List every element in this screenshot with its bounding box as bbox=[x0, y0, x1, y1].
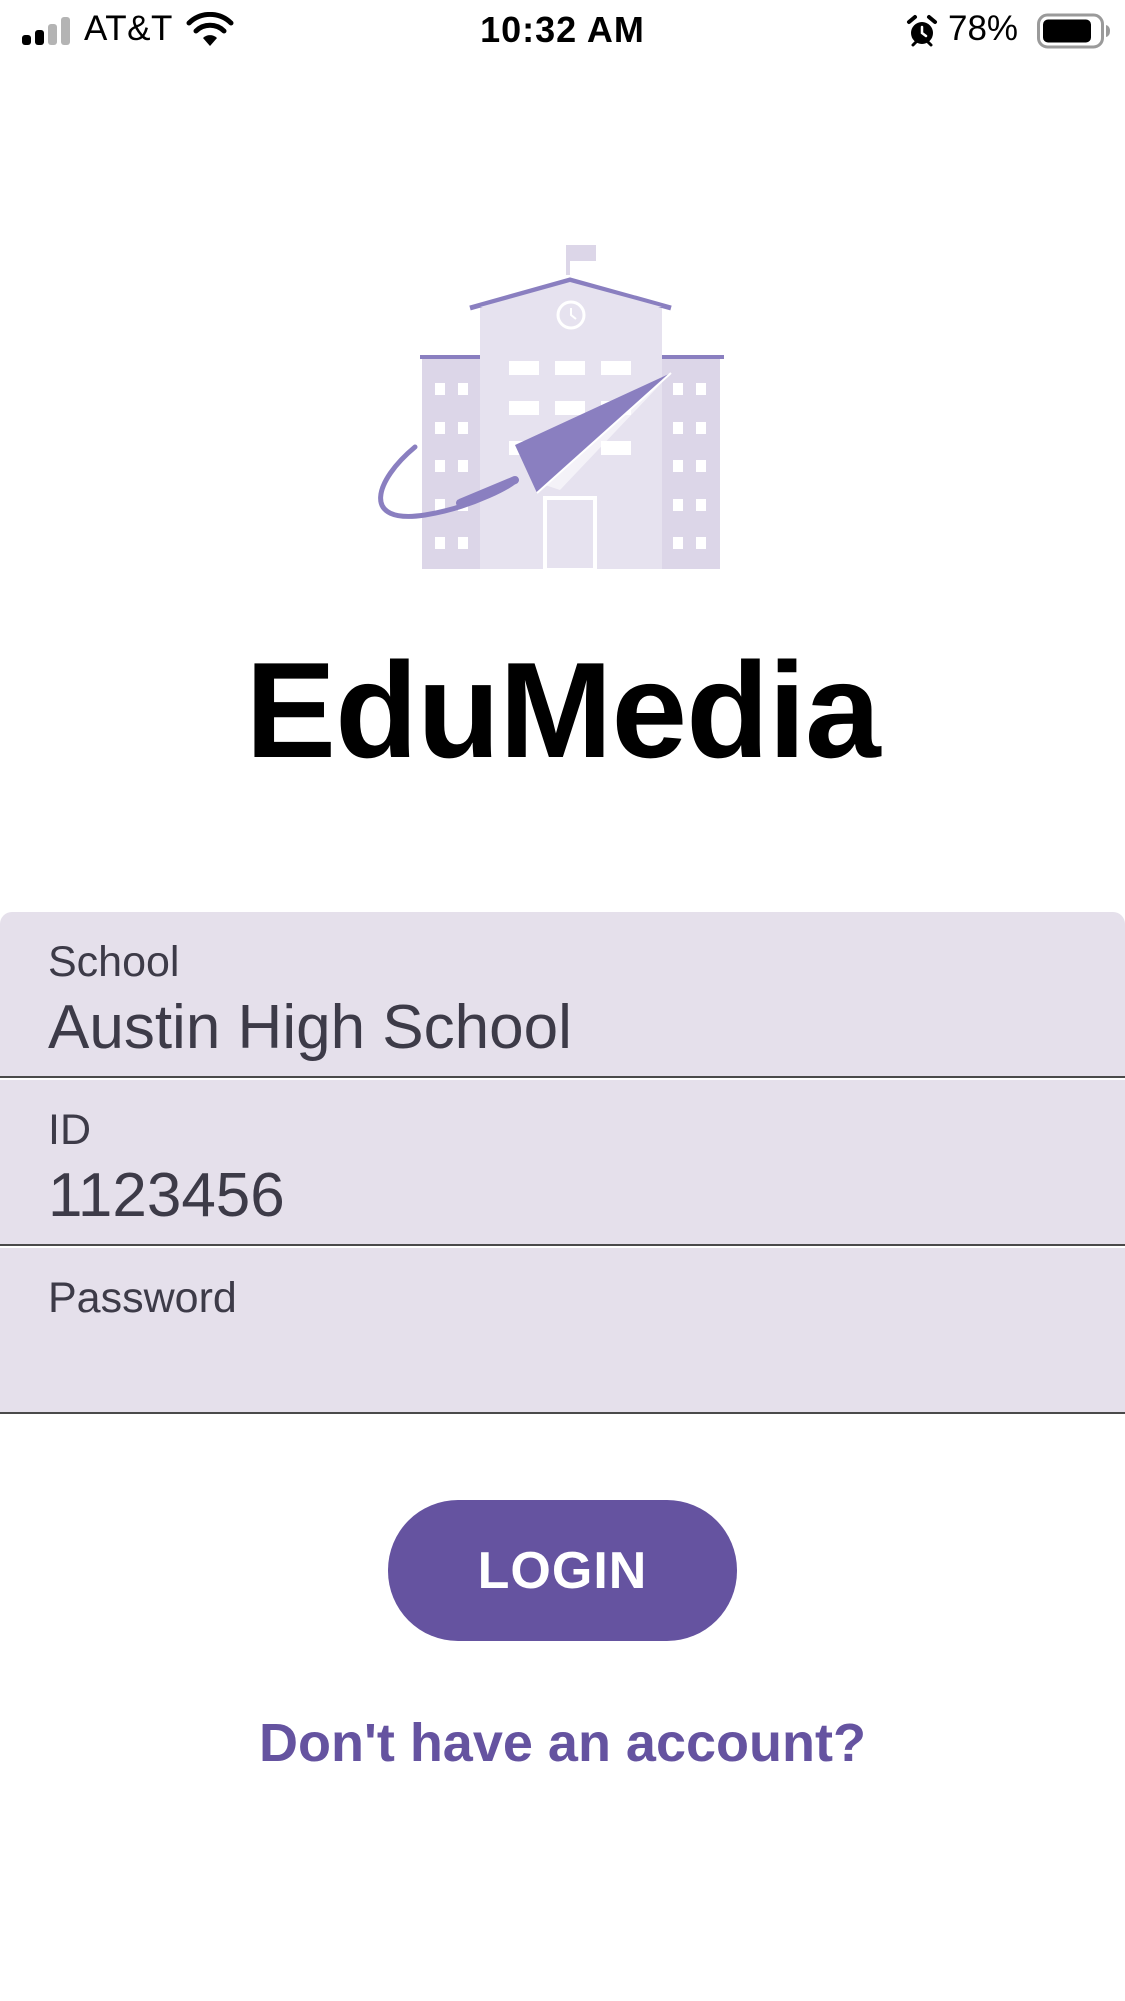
school-field-value[interactable]: Austin High School bbox=[48, 992, 572, 1063]
password-field-label: Password bbox=[48, 1274, 237, 1322]
signup-link[interactable]: Don't have an account? bbox=[0, 1712, 1125, 1774]
status-bar: AT&T 10:32 AM 78% bbox=[0, 0, 1125, 66]
password-field[interactable]: Password bbox=[0, 1248, 1125, 1414]
alarm-icon bbox=[907, 15, 937, 47]
login-button[interactable]: LOGIN bbox=[388, 1500, 737, 1641]
id-field-value[interactable]: 1123456 bbox=[48, 1160, 285, 1231]
battery-percent: 78% bbox=[948, 9, 1019, 48]
login-screen: AT&T 10:32 AM 78% EduMedia School Austin… bbox=[0, 0, 1125, 2001]
school-field[interactable]: School Austin High School bbox=[0, 912, 1125, 1078]
school-logo-icon bbox=[378, 245, 724, 572]
id-field[interactable]: ID 1123456 bbox=[0, 1080, 1125, 1246]
id-field-label: ID bbox=[48, 1106, 91, 1154]
school-field-label: School bbox=[48, 938, 180, 986]
battery-icon bbox=[1037, 13, 1110, 49]
app-title: EduMedia bbox=[245, 634, 880, 786]
login-form: School Austin High School ID 1123456 Pas… bbox=[0, 912, 1125, 1416]
